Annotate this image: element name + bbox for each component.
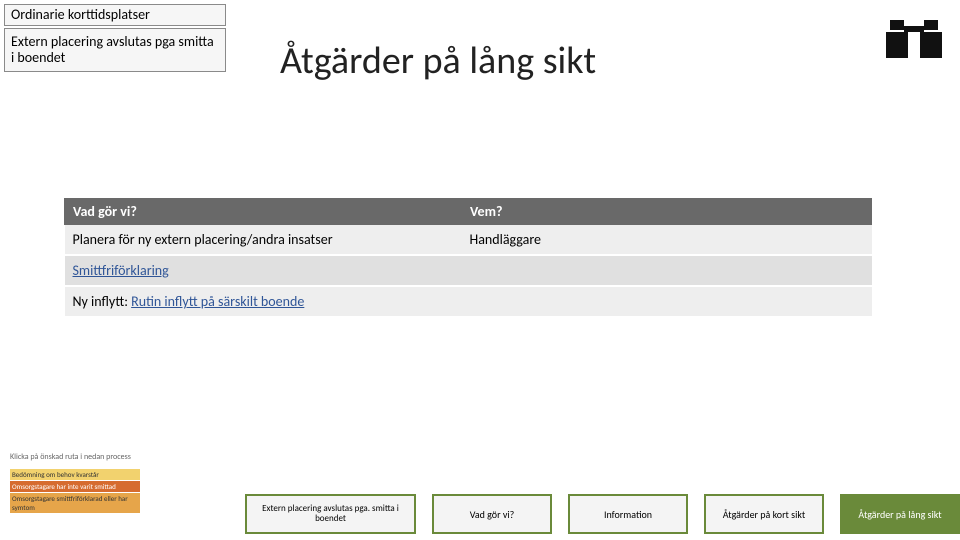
cell-who: Handläggare <box>462 225 872 256</box>
legend-item[interactable]: Omsorgstagare har inte varit smittad <box>10 481 140 492</box>
footer-caption: Klicka på önskad ruta i nedan process <box>10 452 131 462</box>
table-row: Smittfriförklaring <box>65 255 872 286</box>
footer-legend: Bedömning om behov kvarstår Omsorgstagar… <box>10 469 140 514</box>
process-nav: Extern placering avslutas pga. smitta i … <box>245 494 960 534</box>
link-rutin-inflytt[interactable]: Rutin inflytt på särskilt boende <box>131 293 304 310</box>
nav-step-information[interactable]: Information <box>568 494 688 534</box>
table-header-who: Vem? <box>462 199 872 225</box>
legend-item[interactable]: Omsorgstagare smittfriförklarad eller ha… <box>10 493 140 513</box>
nav-step-lang-sikt[interactable]: Åtgärder på lång sikt <box>840 494 960 534</box>
breadcrumb-level-1[interactable]: Ordinarie korttidsplatser <box>4 4 226 26</box>
binoculars-icon <box>886 18 942 65</box>
cell-who <box>462 286 872 317</box>
table-header-what: Vad gör vi? <box>65 199 462 225</box>
page-title: Åtgärder på lång sikt <box>280 38 596 84</box>
cell-who <box>462 255 872 286</box>
nav-step-kort-sikt[interactable]: Åtgärder på kort sikt <box>704 494 824 534</box>
cell-what: Smittfriförklaring <box>65 255 462 286</box>
table-header-row: Vad gör vi? Vem? <box>65 199 872 225</box>
table-row: Planera för ny extern placering/andra in… <box>65 225 872 256</box>
nav-step-extern-placering[interactable]: Extern placering avslutas pga. smitta i … <box>245 494 416 534</box>
table-row: Ny inflytt: Rutin inflytt på särskilt bo… <box>65 286 872 317</box>
cell-what: Planera för ny extern placering/andra in… <box>65 225 462 256</box>
nav-step-vad-gor-vi[interactable]: Vad gör vi? <box>432 494 552 534</box>
link-smittfri[interactable]: Smittfriförklaring <box>73 262 169 279</box>
legend-item[interactable]: Bedömning om behov kvarstår <box>10 469 140 480</box>
actions-table: Vad gör vi? Vem? Planera för ny extern p… <box>64 198 872 318</box>
cell-what: Ny inflytt: Rutin inflytt på särskilt bo… <box>65 286 462 317</box>
cell-prefix: Ny inflytt: <box>73 293 132 310</box>
breadcrumb-level-2[interactable]: Extern placering avslutas pga smitta i b… <box>4 28 226 72</box>
